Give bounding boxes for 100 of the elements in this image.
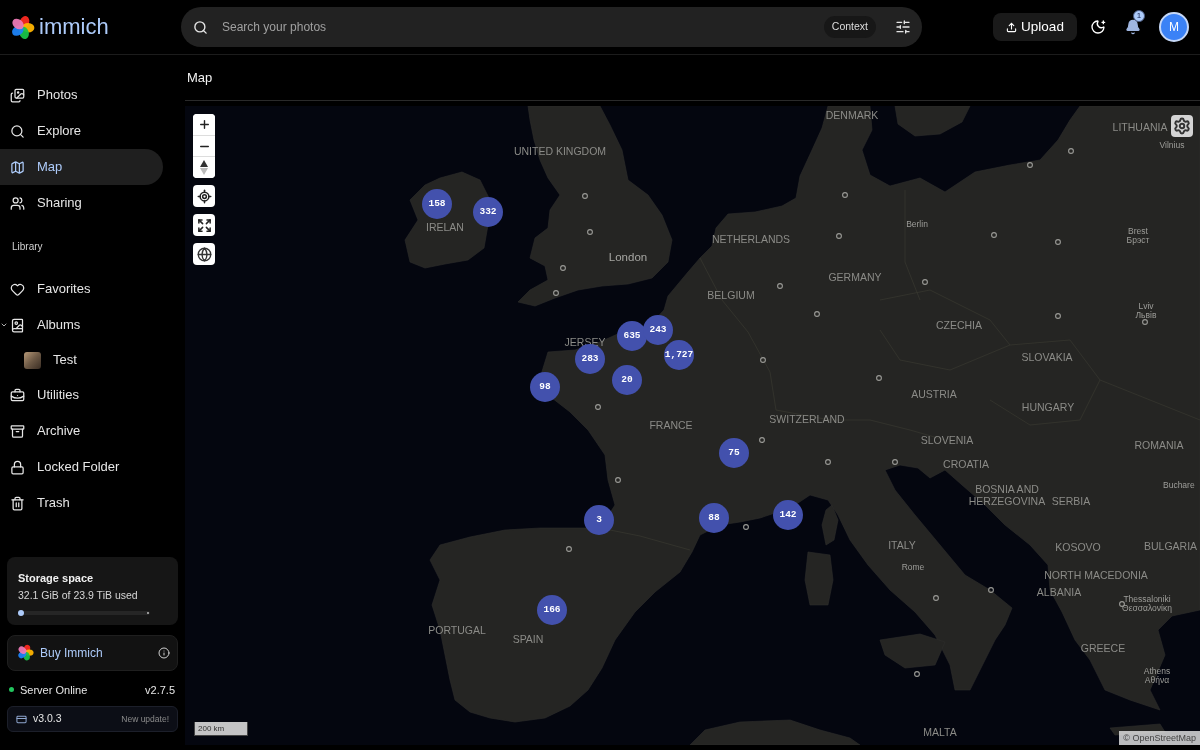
country-label: PORTUGAL (428, 625, 486, 637)
country-label: SLOVENIA (920, 435, 974, 447)
city-dot-icon (615, 477, 621, 483)
storage-usage: 32.1 GiB of 23.9 TiB used (18, 587, 139, 602)
photos-icon (10, 87, 25, 103)
bell-icon (1125, 19, 1141, 35)
country-label: GERMANY (828, 272, 882, 284)
map-attribution: © OpenStreetMap (1119, 731, 1200, 745)
country-label: CZECHIA (935, 320, 983, 332)
city-dot-icon (1142, 319, 1148, 325)
globe-button[interactable] (193, 243, 215, 265)
sidebar-item[interactable]: Explore (0, 113, 163, 149)
country-label: ROMANIA (1134, 440, 1184, 452)
briefcase-icon (10, 387, 25, 403)
city-dot-icon (759, 437, 765, 443)
sidebar-item[interactable]: Albums (0, 307, 163, 343)
city-dot-icon (825, 459, 831, 465)
city-label: Berlin (906, 220, 928, 230)
photo-cluster[interactable]: 142 (773, 500, 803, 530)
city-dot-icon (777, 283, 783, 289)
trash-icon (10, 495, 25, 511)
city-dot-icon (566, 546, 572, 552)
expand-toggle[interactable] (0, 321, 8, 329)
city-dot-icon (988, 587, 994, 593)
city-dot-icon (892, 459, 898, 465)
city-dot-icon (814, 311, 820, 317)
sidebar-item[interactable]: Utilities (0, 377, 163, 413)
city-label: Brest (1128, 226, 1148, 236)
photo-cluster[interactable]: 635 (617, 321, 647, 351)
fullscreen-icon (196, 217, 212, 233)
logo-text: immich (39, 16, 109, 38)
search-bar[interactable]: Search your photos Context (181, 7, 922, 47)
lock-icon (10, 459, 25, 475)
compass-button[interactable] (193, 156, 215, 178)
country-label: HERZEGOVINA (968, 496, 1046, 508)
city-dot-icon (595, 404, 601, 410)
update-note: New update! (121, 712, 169, 726)
avatar[interactable]: M (1159, 12, 1189, 42)
city-dot-icon (842, 192, 848, 198)
city-label: Athens (1143, 666, 1171, 676)
country-label: FRANCE (649, 420, 693, 432)
upload-button[interactable]: Upload (993, 13, 1077, 41)
country-label: KOSOVO (1055, 542, 1101, 554)
notifications-button[interactable] (1125, 19, 1141, 35)
sidebar-item[interactable]: Archive (0, 413, 163, 449)
photo-cluster[interactable]: 243 (643, 315, 673, 345)
search-field[interactable]: Search your photos (222, 15, 824, 39)
city-label: Buchare (1163, 481, 1195, 491)
country-label: BULGARIA (1144, 541, 1198, 553)
globe-icon (196, 246, 212, 262)
server-version: v2.7.5 (145, 682, 175, 698)
country-label: ITALY (888, 540, 916, 552)
section-heading: Library (12, 239, 43, 254)
city-dot-icon (560, 265, 566, 271)
plus-icon (197, 118, 211, 131)
sidebar-item[interactable]: Photos (0, 77, 163, 113)
upload-icon (1006, 21, 1018, 33)
city-dot-icon (922, 279, 928, 285)
locate-icon (196, 188, 212, 204)
country-label: BELGIUM (707, 290, 755, 302)
buy-button[interactable]: Buy Immich (7, 634, 178, 671)
city-dot-icon (1055, 239, 1061, 245)
locate-button[interactable] (193, 185, 215, 207)
fullscreen-button[interactable] (193, 214, 215, 236)
map-settings-button[interactable] (1171, 115, 1193, 137)
compass-icon (200, 160, 208, 175)
city-label: Αθήνα (1144, 676, 1170, 686)
sidebar-item[interactable]: Sharing (0, 185, 163, 221)
sidebar-item[interactable]: Trash (0, 485, 163, 521)
city-dot-icon (553, 290, 559, 296)
city-dot-icon (587, 229, 593, 235)
sidebar-item[interactable]: Map (0, 149, 163, 185)
city-label: Vilnius (1159, 141, 1185, 151)
city-label: Львів (1135, 311, 1157, 321)
sidebar-item[interactable]: Locked Folder (0, 449, 163, 485)
city-label: Thessaloniki (1123, 594, 1171, 604)
city-dot-icon (876, 375, 882, 381)
photo-cluster[interactable]: 3 (584, 505, 614, 535)
country-label: GREECE (1080, 643, 1126, 655)
search-mode-chip[interactable]: Context (823, 16, 876, 38)
filter-button[interactable] (895, 19, 911, 35)
sidebar-item[interactable]: Test (0, 342, 163, 378)
city-label: Брэст (1126, 236, 1150, 246)
storage-title: Storage space (18, 570, 95, 585)
photo-cluster[interactable]: 332 (473, 197, 503, 227)
theme-button[interactable] (1090, 19, 1106, 35)
page-title: Map (187, 68, 213, 87)
logo-icon (17, 644, 34, 661)
country-label: SWITZERLAND (769, 414, 845, 426)
country-label: CROATIA (943, 459, 989, 471)
card-icon (16, 713, 27, 725)
city-dot-icon (582, 193, 588, 199)
notification-badge: 1 (1133, 10, 1145, 22)
country-label: DENMARK (825, 110, 879, 122)
sidebar-item[interactable]: Favorites (0, 271, 163, 307)
country-label: UNITED KINGDOM (513, 146, 607, 158)
photo-cluster[interactable]: 98 (530, 372, 560, 402)
city-dot-icon (991, 232, 997, 238)
city-dot-icon (760, 357, 766, 363)
country-label: MALTA (923, 727, 957, 739)
